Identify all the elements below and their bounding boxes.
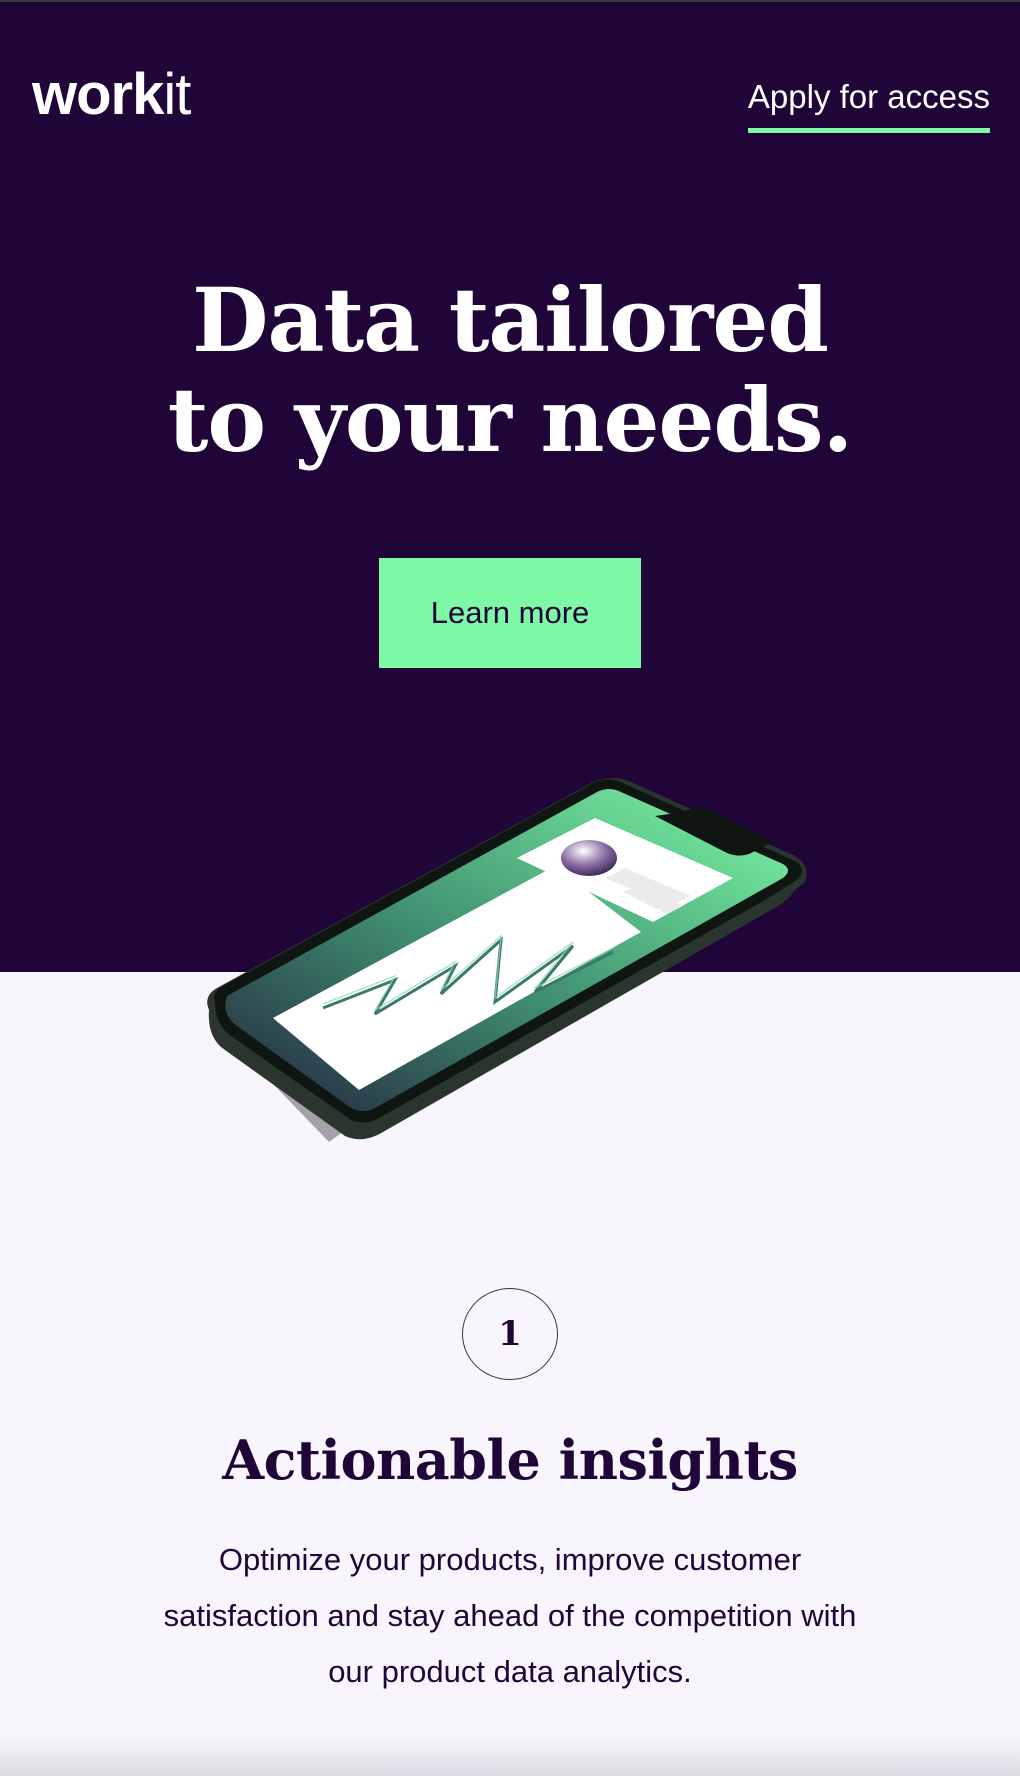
logo-text-light: it [163, 62, 191, 127]
headline-accent-word: tailored [422, 268, 829, 372]
step-number-badge: 1 [462, 1288, 558, 1380]
headline-line-2: to your needs. [167, 368, 853, 472]
workit-logo[interactable]: workit [32, 66, 191, 124]
apply-for-access-link[interactable]: Apply for access [747, 78, 990, 133]
headline-line-1: Data tailored [0, 270, 1020, 370]
headline-word-data: Data [192, 268, 449, 372]
phone-illustration [207, 778, 807, 1142]
logo-text-bold: work [32, 62, 164, 127]
hero-headline: Data tailored to your needs. [0, 270, 1020, 470]
learn-more-button[interactable]: Learn more [379, 558, 641, 668]
bottom-edge-shade [0, 1736, 1020, 1776]
feature-title: Actionable insights [222, 1428, 798, 1492]
feature-description: Optimize your products, improve customer… [163, 1542, 857, 1689]
